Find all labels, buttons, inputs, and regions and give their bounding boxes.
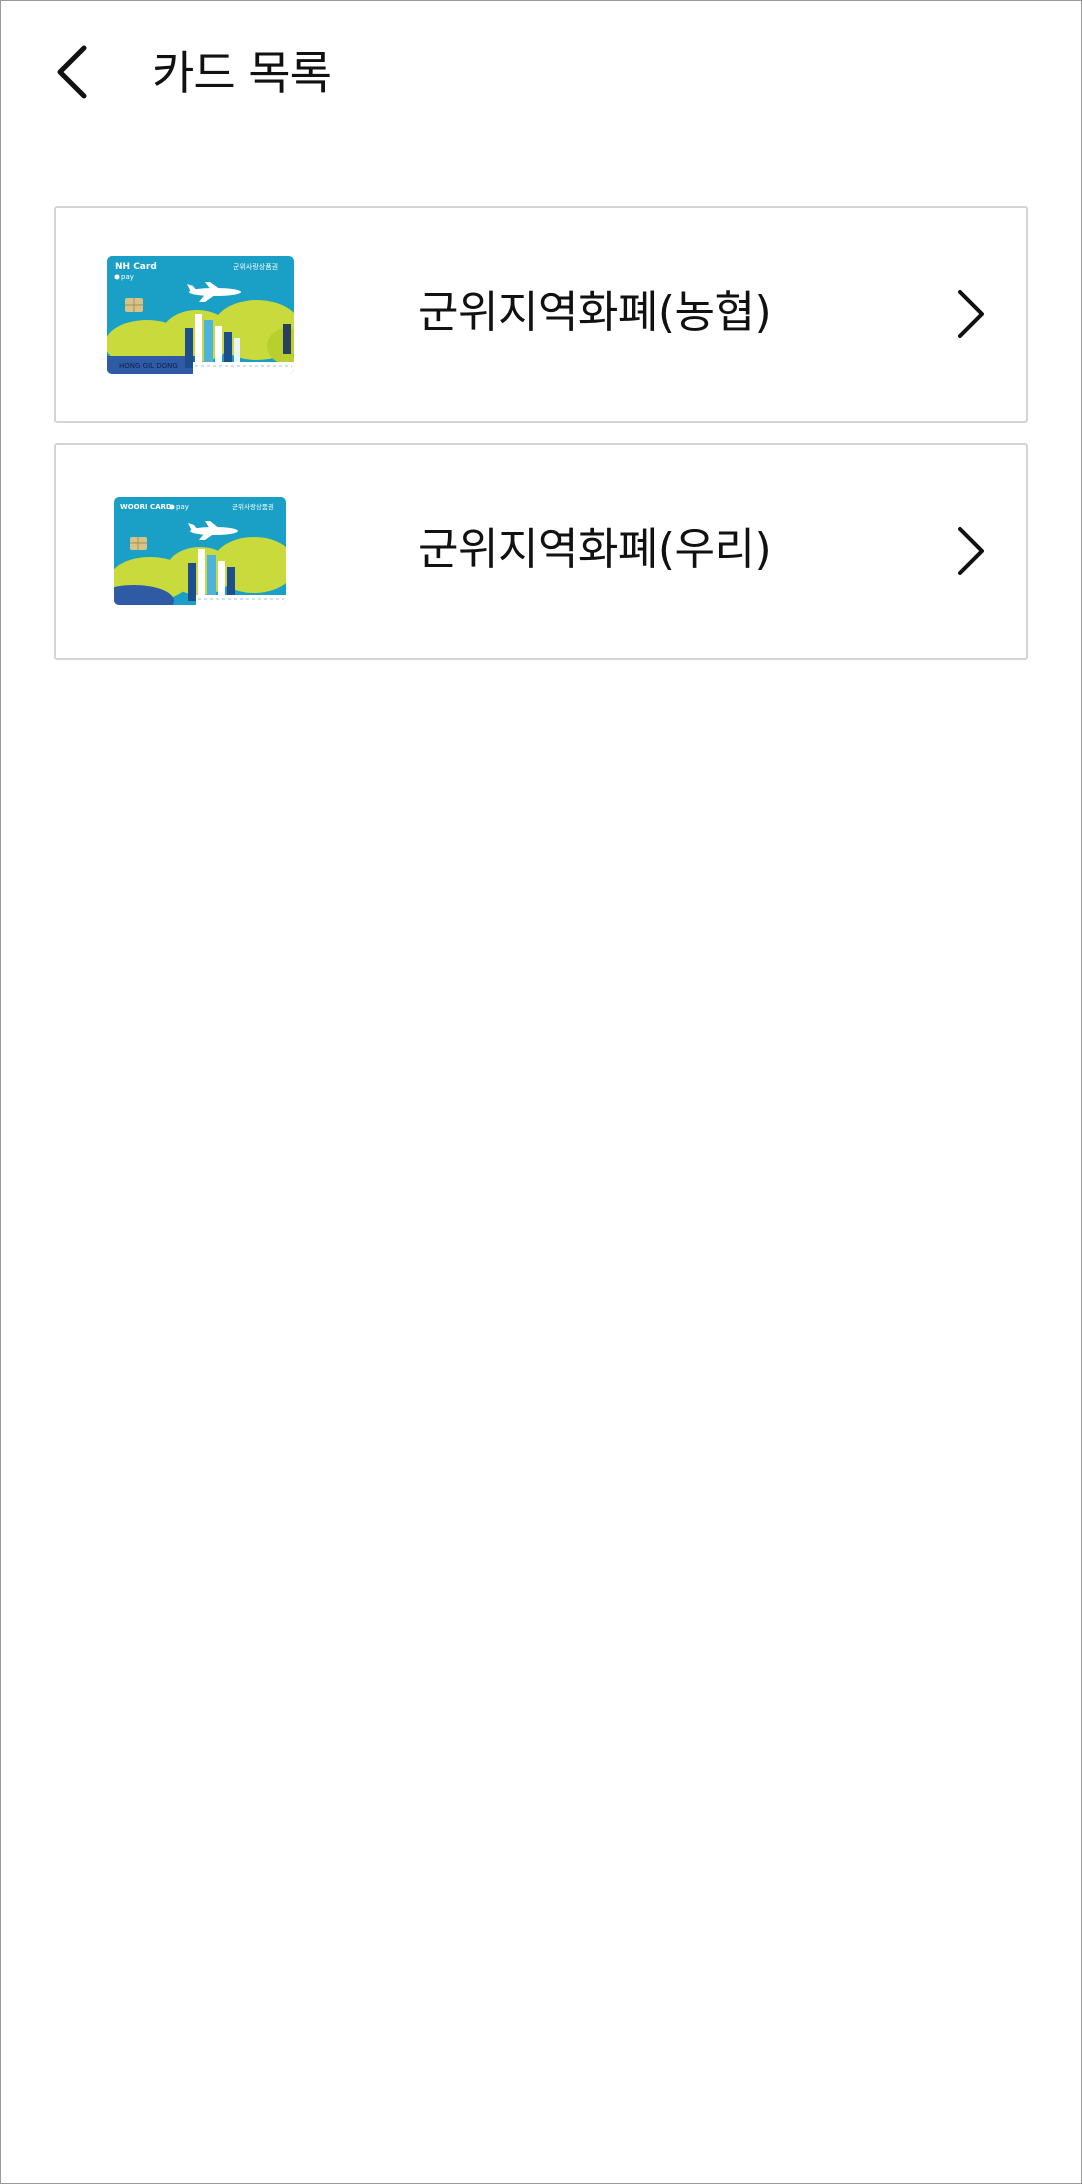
thumb-holder-text: HONG GIL DONG (119, 362, 178, 370)
thumb-brand-text: NH Card (115, 262, 157, 272)
card-name: 군위지역화폐(농협) (418, 287, 772, 338)
card-thumbnail-nh: NH Card pay 군위사랑상품권 HONG GIL DONG (107, 256, 294, 374)
app-header: 카드 목록 (0, 0, 1082, 150)
card-list: NH Card pay 군위사랑상품권 HONG GIL DONG 군위지역화폐… (54, 206, 1028, 680)
card-item-nh[interactable]: NH Card pay 군위사랑상품권 HONG GIL DONG 군위지역화폐… (54, 206, 1028, 423)
card-item-woori[interactable]: WOORI CARD pay 군위사랑상품권 군위지역화폐(우리) (54, 443, 1028, 660)
thumb-issuer-text: 군위사랑상품권 (233, 262, 278, 271)
chevron-right-icon (958, 527, 984, 575)
thumb-sub-text: pay (121, 273, 134, 281)
thumb-issuer-text: 군위사랑상품권 (232, 502, 274, 511)
card-name: 군위지역화폐(우리) (418, 524, 772, 575)
thumb-sub-text: pay (176, 503, 189, 511)
chevron-left-icon (57, 45, 87, 99)
thumb-brand-text: WOORI CARD (120, 503, 172, 511)
page-title: 카드 목록 (152, 46, 332, 100)
chevron-right-icon (958, 290, 984, 338)
card-thumbnail-woori: WOORI CARD pay 군위사랑상품권 (114, 497, 286, 605)
back-button[interactable] (36, 32, 108, 112)
